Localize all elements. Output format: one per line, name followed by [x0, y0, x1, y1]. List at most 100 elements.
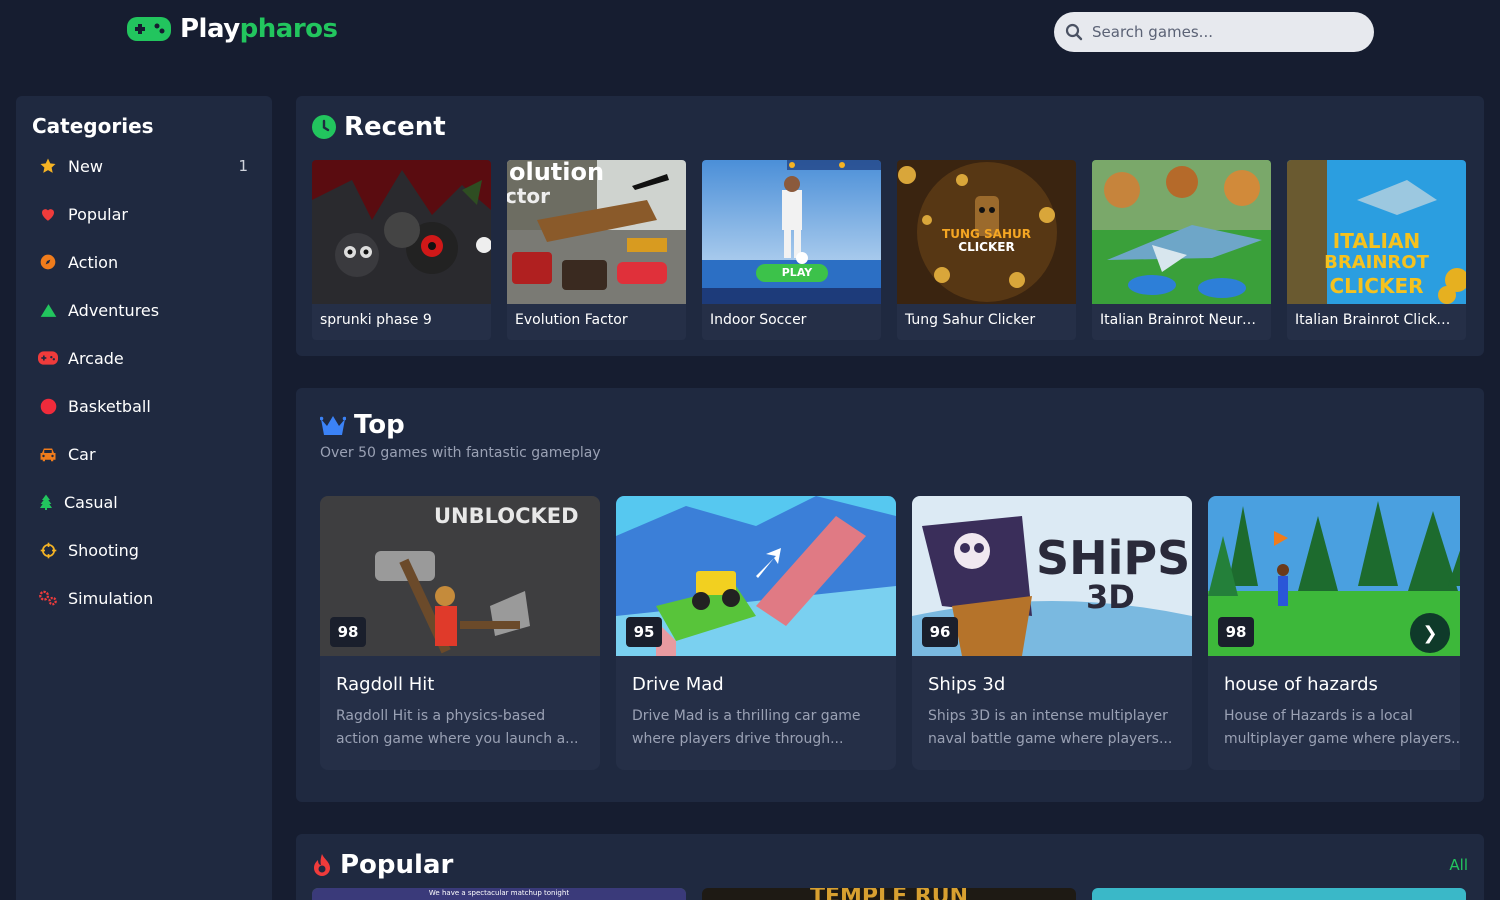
thumb-title-text: UNBLOCKED — [434, 504, 579, 528]
sidebar-item-new[interactable]: New 1 — [32, 142, 256, 190]
game-title: house of hazards — [1224, 674, 1378, 695]
top-game-card[interactable]: 95 Drive Mad Drive Mad is a thrilling ca… — [616, 496, 896, 770]
thumb-title-text: CLICKER — [1329, 274, 1424, 298]
star-icon — [38, 156, 58, 176]
thumb-title-text: 3D — [1086, 578, 1135, 616]
site-logo[interactable]: Playpharos — [126, 14, 338, 44]
recent-game-card[interactable]: sprunki phase 9 — [312, 160, 491, 340]
thumb-play-text: PLAY — [781, 266, 813, 279]
popular-title: Popular — [340, 850, 454, 880]
game-thumbnail — [312, 160, 491, 304]
game-title: Evolution Factor — [515, 312, 628, 328]
game-title: Italian Brainrot Neuro ... — [1100, 312, 1269, 328]
sidebar-item-label: Popular — [68, 204, 128, 224]
sidebar-item-action[interactable]: Action — [32, 238, 256, 286]
recent-game-card[interactable]: Italian Brainrot Neuro ... — [1092, 160, 1271, 340]
carousel-next-button[interactable]: ❯ — [1410, 613, 1450, 653]
sidebar-item-adventures[interactable]: Adventures — [32, 286, 256, 334]
crosshair-icon — [38, 540, 58, 560]
car-icon — [38, 444, 58, 464]
sidebar-item-label: Action — [68, 252, 119, 272]
basketball-icon — [38, 396, 58, 416]
rating-badge: 96 — [922, 617, 958, 647]
sidebar-item-label: Shooting — [68, 540, 139, 560]
game-title: Italian Brainrot Clicker... — [1295, 312, 1463, 328]
thumb-title-text: CLICKER — [958, 240, 1015, 254]
popular-all-link[interactable]: All — [1449, 856, 1468, 874]
game-title: Ragdoll Hit — [336, 674, 435, 695]
game-title: sprunki phase 9 — [320, 312, 432, 328]
top-games-row: UNBLOCKED 98 Ragdoll Hit Ragdoll Hit is … — [320, 496, 1460, 770]
search-input[interactable] — [1092, 23, 1362, 41]
sidebar-title: Categories — [32, 114, 154, 138]
game-title: Ships 3d — [928, 674, 1006, 695]
popular-header: Popular — [312, 850, 453, 880]
popular-games-row: We have a spectacular matchup tonight TE… — [312, 888, 1466, 900]
top-header: Playpharos — [0, 0, 1500, 64]
top-game-card[interactable]: UNBLOCKED 98 Ragdoll Hit Ragdoll Hit is … — [320, 496, 600, 770]
recent-games-row: sprunki phase 9 olution ctor Evolution F… — [312, 160, 1466, 340]
tree-icon — [38, 492, 54, 512]
sidebar-item-basketball[interactable]: Basketball — [32, 382, 256, 430]
thumb-title-text: SHiPS — [1036, 531, 1191, 585]
game-description: Drive Mad is a thrilling car game where … — [632, 708, 861, 747]
thumb-title-text: BRAINROT — [1324, 252, 1429, 273]
top-title: Top — [354, 410, 405, 440]
heart-icon — [38, 204, 58, 224]
mountain-icon — [38, 300, 58, 320]
clock-icon — [312, 115, 336, 139]
game-description: Ragdoll Hit is a physics-based action ga… — [336, 708, 579, 747]
thumb-caption-text: We have a spectacular matchup tonight — [428, 889, 570, 897]
gamepad-icon — [38, 348, 58, 368]
thumb-title-text: olution — [509, 160, 605, 186]
recent-title: Recent — [344, 112, 446, 142]
categories-sidebar: Categories New 1 Popular Action Adventur… — [16, 96, 272, 900]
popular-section: Popular All We have a spectacular matchu… — [296, 834, 1484, 900]
game-thumbnail: 95 — [616, 496, 896, 656]
game-thumbnail: SHiPS 3D 96 — [912, 496, 1192, 656]
thumb-title-text: TEMPLE RUN — [702, 888, 1076, 900]
sidebar-item-label: Basketball — [68, 396, 151, 416]
rating-badge: 98 — [330, 617, 366, 647]
search-box[interactable] — [1054, 12, 1374, 52]
sidebar-item-label: Arcade — [68, 348, 124, 368]
popular-game-card[interactable] — [1092, 888, 1466, 900]
recent-game-card[interactable]: ITALIAN BRAINROT CLICKER Italian Brainro… — [1287, 160, 1466, 340]
logo-text-pharos: pharos — [239, 14, 338, 44]
sidebar-item-arcade[interactable]: Arcade — [32, 334, 256, 382]
new-count-badge: 1 — [238, 157, 248, 175]
rating-badge: 98 — [1218, 617, 1254, 647]
sidebar-item-popular[interactable]: Popular — [32, 190, 256, 238]
top-subtitle: Over 50 games with fantastic gameplay — [320, 445, 601, 461]
sidebar-item-label: Casual — [64, 492, 118, 512]
game-title: Drive Mad — [632, 674, 724, 695]
recent-game-card[interactable]: PLAY Indoor Soccer — [702, 160, 881, 340]
sidebar-item-simulation[interactable]: Simulation — [32, 574, 256, 622]
recent-header: Recent — [312, 112, 446, 142]
crown-icon — [320, 416, 346, 435]
sidebar-item-casual[interactable]: Casual — [32, 478, 256, 526]
top-game-card[interactable]: SHiPS 3D 96 Ships 3d Ships 3D is an inte… — [912, 496, 1192, 770]
game-thumbnail: PLAY — [702, 160, 881, 304]
top-header: Top — [320, 410, 405, 440]
recent-game-card[interactable]: olution ctor Evolution Factor — [507, 160, 686, 340]
game-thumbnail: olution ctor — [507, 160, 686, 304]
popular-game-card[interactable]: TEMPLE RUN — [702, 888, 1076, 900]
chevron-right-icon: ❯ — [1422, 622, 1438, 644]
recent-game-card[interactable]: TUNG SAHUR CLICKER Tung Sahur Clicker — [897, 160, 1076, 340]
game-description: Ships 3D is an intense multiplayer naval… — [928, 708, 1173, 747]
gears-icon — [38, 588, 58, 608]
top-section: Top Over 50 games with fantastic gamepla… — [296, 388, 1484, 802]
game-thumbnail: UNBLOCKED 98 — [320, 496, 600, 656]
thumb-title-text: ITALIAN — [1332, 229, 1421, 253]
popular-game-card[interactable]: We have a spectacular matchup tonight — [312, 888, 686, 900]
sidebar-item-shooting[interactable]: Shooting — [32, 526, 256, 574]
game-thumbnail: ITALIAN BRAINROT CLICKER — [1287, 160, 1466, 304]
sidebar-item-car[interactable]: Car — [32, 430, 256, 478]
game-description: House of Hazards is a local multiplayer … — [1224, 708, 1460, 747]
sidebar-item-label: Simulation — [68, 588, 154, 608]
sidebar-item-label: Adventures — [68, 300, 160, 320]
game-thumbnail — [1092, 160, 1271, 304]
logo-text-play: Play — [180, 14, 240, 44]
gamepad-logo-icon — [127, 17, 171, 41]
